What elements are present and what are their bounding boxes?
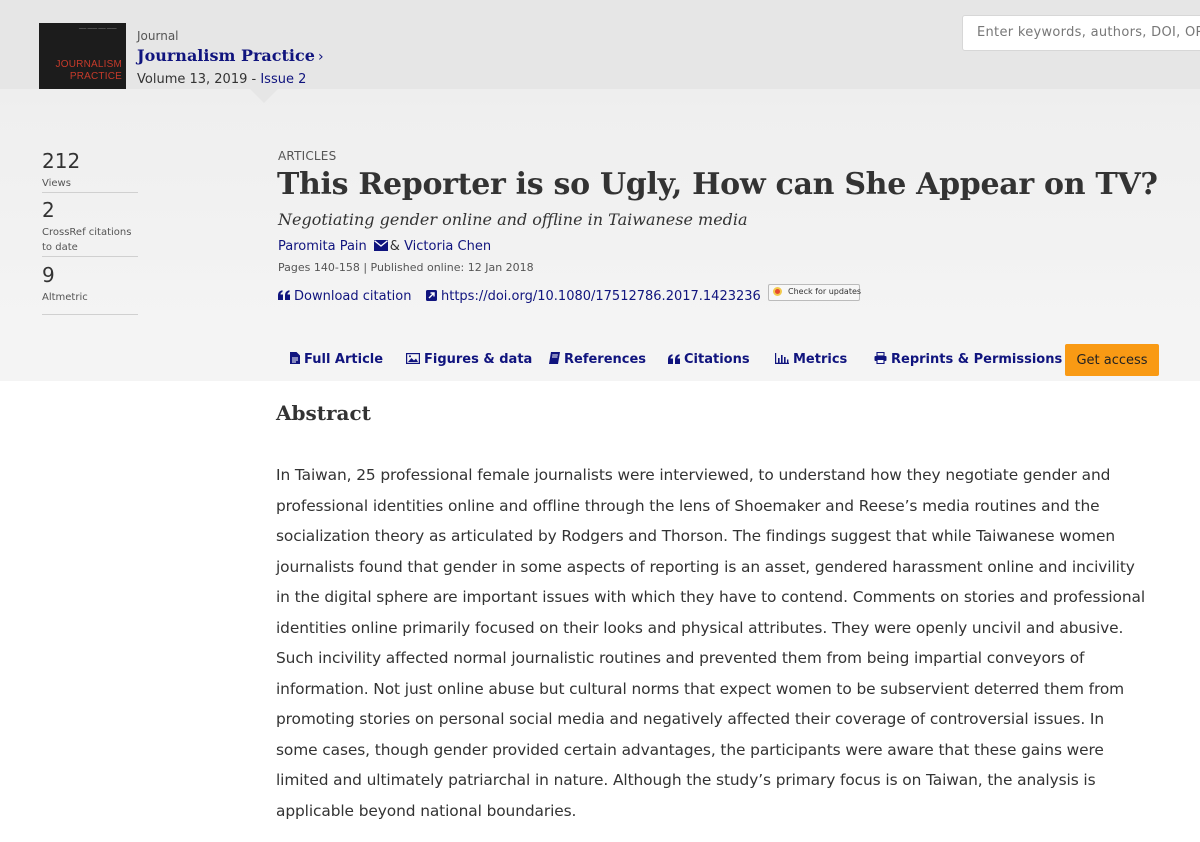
tab-full-article[interactable]: Full Article [290,352,383,367]
authors: Paromita Pain & Victoria Chen [278,239,491,254]
book-icon [549,352,560,364]
author-separator: & [389,239,405,254]
printer-icon [874,351,887,365]
article-subtitle: Negotiating gender online and offline in… [278,210,748,229]
quote-icon [668,354,680,364]
envelope-icon[interactable] [373,240,388,251]
abstract-text: In Taiwan, 25 professional female journa… [276,466,1146,820]
journal-label: Journal [137,29,179,43]
cover-title-line2: PRACTICE [69,71,122,82]
tab-figures-data[interactable]: Figures & data [406,352,532,367]
doi-text: https://doi.org/10.1080/17512786.2017.14… [441,289,761,304]
tab-citations-label: Citations [684,352,750,367]
cover-fine-print: ─── ──── ─── ──── [79,26,117,31]
image-icon [406,353,421,365]
chevron-right-icon: › [317,49,324,65]
tab-references-label: References [564,352,647,367]
tab-reprints-permissions[interactable]: Reprints & Permissions [874,351,1063,367]
document-icon [290,352,300,364]
bar-chart-icon [775,353,789,364]
divider [42,256,138,257]
abstract-heading: Abstract [276,401,371,425]
doi-link[interactable]: https://doi.org/10.1080/17512786.2017.14… [426,289,761,304]
metric-crossref-label-line2: to date [42,242,78,253]
volume-issue: Volume 13, 2019 - Issue 2 [137,72,306,87]
metric-altmetric-label: Altmetric [42,292,88,303]
tab-reprints-label: Reprints & Permissions [891,352,1063,367]
download-citation-link[interactable]: Download citation [278,289,411,304]
pages-published: Pages 140-158 | Published online: 12 Jan… [278,261,534,274]
metric-crossref-label: CrossRef citations to date [42,225,138,255]
tab-references[interactable]: References [549,352,646,367]
metric-views-value: 212 [42,149,81,173]
tab-metrics-label: Metrics [793,352,848,367]
check-updates-label: Check for updates [788,287,862,296]
get-access-button[interactable]: Get access [1065,344,1159,376]
tab-figures-label: Figures & data [424,352,533,367]
tab-full-article-label: Full Article [304,352,384,367]
metric-crossref[interactable]: 2 CrossRef citations to date [42,199,138,257]
external-link-icon [426,290,437,301]
tab-citations[interactable]: Citations [668,352,750,367]
check-for-updates-button[interactable]: Check for updates [768,284,862,301]
metric-views: 212 Views [42,150,138,193]
author-link-paromita-pain[interactable]: Paromita Pain [278,239,367,254]
journal-cover[interactable]: ─── ──── ─── ──── JOURNALISM PRACTICE [39,23,126,89]
journal-name-link[interactable]: Journalism Practice › [137,46,324,65]
metric-crossref-value: 2 [42,198,55,222]
author-link-victoria-chen[interactable]: Victoria Chen [404,239,491,254]
volume-text: Volume 13, 2019 - [137,72,261,87]
download-citation-label: Download citation [294,289,412,304]
metric-altmetric-value: 9 [42,263,55,287]
tab-metrics[interactable]: Metrics [775,352,847,367]
issue-link[interactable]: Issue 2 [260,72,306,87]
cover-title-line1: JOURNALISM [55,59,122,70]
journal-name: Journalism Practice [137,46,315,65]
cover-title: JOURNALISM PRACTICE [56,59,122,83]
search-input[interactable] [977,25,1200,40]
article-title: This Reporter is so Ugly, How can She Ap… [277,167,1158,202]
article-type: ARTICLES [278,149,337,163]
crossmark-icon [773,287,782,296]
search-box[interactable] [962,15,1200,51]
header-notch [250,89,278,103]
metric-views-label: Views [42,178,71,189]
quote-icon [278,290,290,300]
metric-altmetric[interactable]: 9 Altmetric [42,264,138,315]
divider [42,192,138,193]
divider [42,314,138,315]
metric-crossref-label-line1: CrossRef citations [42,227,132,238]
